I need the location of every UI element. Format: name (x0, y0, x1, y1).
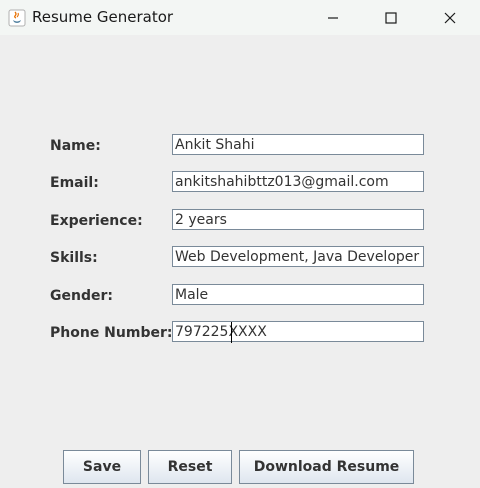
name-field[interactable]: Ankit Shahi (172, 134, 424, 155)
gender-label: Gender: (50, 288, 113, 304)
email-label: Email: (50, 175, 99, 191)
maximize-icon (385, 11, 397, 24)
close-button[interactable] (427, 0, 473, 35)
phone-label: Phone Number: (50, 325, 173, 341)
save-button[interactable]: Save (63, 450, 141, 484)
reset-button[interactable]: Reset (148, 450, 232, 484)
skills-field[interactable]: Web Development, Java Developer (172, 246, 424, 267)
name-label: Name: (50, 138, 101, 154)
experience-label: Experience: (50, 213, 143, 229)
window-title: Resume Generator (32, 8, 174, 26)
text-caret (231, 322, 232, 343)
skills-label: Skills: (50, 250, 98, 266)
download-resume-button[interactable]: Download Resume (239, 450, 414, 484)
maximize-button[interactable] (368, 0, 414, 35)
email-field[interactable]: ankitshahibttz013@gmail.com (172, 171, 424, 192)
minimize-icon (328, 16, 338, 19)
java-icon (8, 9, 26, 27)
phone-field[interactable]: 797225XXXX (172, 321, 424, 342)
gender-field[interactable]: Male (172, 284, 424, 305)
close-icon (444, 12, 456, 23)
title-bar: Resume Generator (0, 0, 480, 35)
minimize-button[interactable] (310, 0, 356, 35)
experience-field[interactable]: 2 years (172, 209, 424, 230)
